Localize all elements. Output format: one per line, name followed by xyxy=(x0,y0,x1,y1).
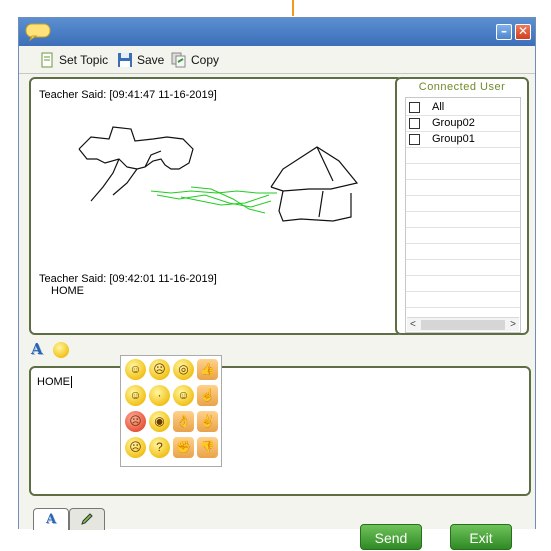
font-icon[interactable]: A xyxy=(31,340,43,358)
scroll-thumb[interactable] xyxy=(421,320,505,330)
empty-row xyxy=(406,292,520,308)
emoji-dizzy-icon[interactable]: ◎ xyxy=(173,359,194,380)
user-row-group02[interactable]: Group02 xyxy=(406,116,520,132)
scroll-left-arrow[interactable]: < xyxy=(410,318,416,332)
emoji-victory-icon[interactable]: ✌ xyxy=(197,411,218,432)
connected-users-panel: Connected User All Group02 Group01 < > xyxy=(395,77,529,335)
save-button[interactable]: Save xyxy=(117,51,164,69)
emoji-fist-icon[interactable]: ✊ xyxy=(173,437,194,458)
empty-row xyxy=(406,164,520,180)
copy-label: Copy xyxy=(191,53,220,67)
client-area: Set Topic Save Copy Teacher Said: [09:41… xyxy=(19,46,535,550)
chat-history-panel[interactable]: Teacher Said: [09:41:47 11-16-2019] Teac… xyxy=(29,77,403,335)
emoji-ok-hand-icon[interactable]: 👌 xyxy=(173,411,194,432)
empty-row xyxy=(406,260,520,276)
checkbox[interactable] xyxy=(409,134,420,145)
emoji-sad-icon[interactable]: ☹ xyxy=(125,437,146,458)
speech-bubble-icon xyxy=(25,23,51,41)
message-body: HOME xyxy=(51,285,84,297)
user-row-all[interactable]: All xyxy=(406,100,520,116)
window-accent-line xyxy=(292,0,294,16)
document-icon xyxy=(41,52,53,68)
checkbox[interactable] xyxy=(409,102,420,113)
emoji-smile-icon[interactable]: ☺ xyxy=(125,385,146,406)
emoji-kiss-icon[interactable]: · xyxy=(149,385,170,406)
scroll-right-arrow[interactable]: > xyxy=(510,318,516,332)
empty-row xyxy=(406,180,520,196)
emoji-thumbs-down-icon[interactable]: 👎 xyxy=(197,437,218,458)
empty-row xyxy=(406,228,520,244)
user-row-group01[interactable]: Group01 xyxy=(406,132,520,148)
emoji-think-icon[interactable]: ? xyxy=(149,437,170,458)
pencil-icon xyxy=(81,513,93,525)
connected-users-title: Connected User xyxy=(418,81,506,93)
emoji-cry-icon[interactable]: ☹ xyxy=(149,359,170,380)
chat-window: – ✕ Set Topic Save Copy Teacher Said: [0… xyxy=(18,17,536,550)
toolbar: Set Topic Save Copy xyxy=(19,46,535,74)
text-caret xyxy=(71,376,72,389)
message-input[interactable]: HOME xyxy=(37,376,72,389)
tab-draw[interactable] xyxy=(69,508,105,530)
user-list[interactable]: All Group02 Group01 < > xyxy=(405,97,521,333)
emoji-icon[interactable] xyxy=(53,342,69,358)
message-header: Teacher Said: [09:42:01 11-16-2019] xyxy=(39,273,217,285)
emoji-grin-icon[interactable]: ☺ xyxy=(125,359,146,380)
copy-icon xyxy=(171,52,186,68)
emoji-thumbs-up-icon[interactable]: 👍 xyxy=(197,359,218,380)
empty-row xyxy=(406,244,520,260)
copy-button[interactable]: Copy xyxy=(171,51,219,69)
emoji-point-up-icon[interactable]: ☝ xyxy=(197,385,218,406)
emoji-picker[interactable]: ☺ ☹ ◎ 👍 ☺ · ☺ ☝ ☹ ◉ 👌 ✌ ☹ ? ✊ 👎 xyxy=(120,355,222,467)
message-input-panel[interactable]: HOME xyxy=(29,366,531,496)
message-header: Teacher Said: [09:41:47 11-16-2019] xyxy=(39,89,217,101)
whiteboard-drawing xyxy=(78,126,359,222)
message-input-text: HOME xyxy=(37,376,70,388)
empty-row xyxy=(406,196,520,212)
exit-button[interactable]: Exit xyxy=(450,524,512,550)
title-bar[interactable]: – ✕ xyxy=(19,18,535,46)
empty-row xyxy=(406,212,520,228)
send-button[interactable]: Send xyxy=(360,524,422,550)
empty-row xyxy=(406,148,520,164)
emoji-shock-icon[interactable]: ◉ xyxy=(149,411,170,432)
save-label: Save xyxy=(137,53,165,67)
empty-row xyxy=(406,276,520,292)
horizontal-scrollbar[interactable]: < > xyxy=(407,317,519,331)
minimize-button[interactable]: – xyxy=(496,24,512,40)
set-topic-button[interactable]: Set Topic xyxy=(39,51,108,69)
close-button[interactable]: ✕ xyxy=(515,24,531,40)
floppy-disk-icon xyxy=(118,53,132,67)
emoji-angry-icon[interactable]: ☹ xyxy=(125,411,146,432)
emoji-laugh-icon[interactable]: ☺ xyxy=(173,385,194,406)
tab-text[interactable]: A xyxy=(33,508,69,530)
font-icon: A xyxy=(45,512,57,527)
checkbox[interactable] xyxy=(409,118,420,129)
set-topic-label: Set Topic xyxy=(59,53,109,67)
